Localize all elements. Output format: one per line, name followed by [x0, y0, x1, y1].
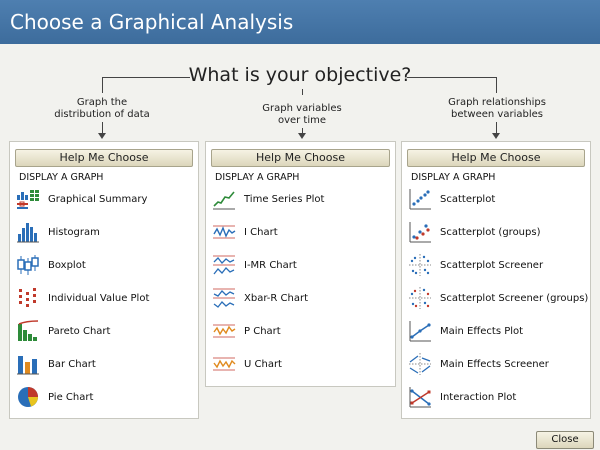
pie-chart-item[interactable]: Pie Chart — [16, 384, 93, 410]
graphical-summary-icon — [17, 190, 39, 209]
item-label: U Chart — [244, 358, 282, 370]
item-label: Main Effects Screener — [440, 358, 549, 370]
arrow-down-icon — [298, 133, 306, 139]
time-series-icon — [213, 191, 235, 210]
column-label-line: Graph relationships — [448, 97, 546, 108]
interaction-plot-item[interactable]: Interaction Plot — [408, 384, 516, 410]
boxplot-icon — [17, 255, 39, 275]
column-label-line: over time — [277, 115, 327, 126]
item-label: Time Series Plot — [244, 193, 325, 205]
individual-value-plot-item[interactable]: Individual Value Plot — [16, 285, 149, 311]
individual-value-plot-icon — [19, 288, 36, 307]
item-label: Boxplot — [48, 259, 86, 271]
boxplot-item[interactable]: Boxplot — [16, 252, 86, 278]
pareto-chart-item[interactable]: Pareto Chart — [16, 318, 110, 344]
graphical-summary-item[interactable]: Graphical Summary — [16, 186, 147, 212]
item-label: Graphical Summary — [48, 193, 148, 205]
interaction-plot-icon — [409, 387, 431, 408]
xbar-r-chart-icon — [213, 288, 235, 308]
display-graph-heading: DISPLAY A GRAPH — [411, 172, 496, 183]
arrow-down-icon — [98, 133, 106, 139]
objective-heading: What is your objective? — [188, 64, 412, 86]
item-label: Xbar-R Chart — [244, 292, 309, 304]
item-label: I-MR Chart — [244, 259, 297, 271]
main-effects-plot-icon — [409, 321, 431, 342]
column-label-relationships: Graph relationships between variables — [432, 97, 562, 121]
main-effects-screener-icon — [409, 353, 431, 375]
item-label: Scatterplot Screener — [440, 259, 544, 271]
item-label: Scatterplot Screener (groups) — [440, 292, 589, 304]
scatterplot-icon — [409, 189, 431, 210]
u-chart-item[interactable]: U Chart — [212, 351, 282, 377]
item-label: Individual Value Plot — [48, 292, 150, 304]
main-effects-screener-item[interactable]: Main Effects Screener — [408, 351, 549, 377]
i-chart-icon — [213, 225, 236, 239]
display-graph-heading: DISPLAY A GRAPH — [19, 172, 104, 183]
connector-line-right-down — [496, 77, 497, 93]
main-effects-plot-item[interactable]: Main Effects Plot — [408, 318, 523, 344]
column-label-line: between variables — [451, 109, 543, 120]
close-button[interactable]: Close — [536, 431, 594, 449]
arrow-down-icon — [492, 133, 500, 139]
panel-time: Help Me Choose DISPLAY A GRAPH Time Seri… — [205, 141, 396, 387]
item-label: Pie Chart — [48, 391, 94, 403]
i-mr-chart-item[interactable]: I-MR Chart — [212, 252, 297, 278]
i-mr-chart-icon — [213, 255, 235, 275]
scatterplot-item[interactable]: Scatterplot — [408, 186, 495, 212]
panel-distribution: Help Me Choose DISPLAY A GRAPH Graphical… — [9, 141, 199, 419]
pie-chart-icon — [18, 387, 38, 407]
column-label-line: distribution of data — [54, 109, 150, 120]
i-chart-item[interactable]: I Chart — [212, 219, 278, 245]
p-chart-item[interactable]: P Chart — [212, 318, 281, 344]
scatterplot-screener-groups-icon — [409, 287, 431, 309]
scatterplot-screener-item[interactable]: Scatterplot Screener — [408, 252, 543, 278]
column-label-time: Graph variables over time — [242, 103, 362, 127]
window-title: Choose a Graphical Analysis — [0, 0, 600, 44]
item-label: P Chart — [244, 325, 281, 337]
column-label-distribution: Graph the distribution of data — [42, 97, 162, 121]
connector-line-left-down — [102, 77, 103, 93]
item-label: Histogram — [48, 226, 100, 238]
column-label-line: Graph variables — [262, 103, 342, 114]
u-chart-icon — [213, 357, 236, 371]
item-label: Scatterplot — [440, 193, 496, 205]
scatterplot-screener-groups-item[interactable]: Scatterplot Screener (groups) — [408, 285, 588, 311]
histogram-item[interactable]: Histogram — [16, 219, 100, 245]
scatterplot-screener-icon — [409, 254, 431, 276]
bar-chart-icon — [17, 356, 39, 375]
pareto-chart-icon — [18, 320, 39, 341]
bar-chart-item[interactable]: Bar Chart — [16, 351, 96, 377]
connector-line-center-down — [302, 89, 303, 95]
panel-relationships: Help Me Choose DISPLAY A GRAPH Scatterpl… — [401, 141, 591, 419]
help-me-choose-button[interactable]: Help Me Choose — [211, 149, 390, 167]
item-label: I Chart — [244, 226, 278, 238]
item-label: Main Effects Plot — [440, 325, 524, 337]
help-me-choose-button[interactable]: Help Me Choose — [15, 149, 193, 167]
histogram-icon — [17, 223, 39, 243]
item-label: Scatterplot (groups) — [440, 226, 541, 238]
xbar-r-chart-item[interactable]: Xbar-R Chart — [212, 285, 308, 311]
scatterplot-groups-icon — [409, 222, 431, 243]
p-chart-icon — [213, 324, 236, 338]
scatterplot-groups-item[interactable]: Scatterplot (groups) — [408, 219, 540, 245]
column-label-line: Graph the — [76, 97, 128, 108]
connector-line-left — [102, 77, 190, 78]
item-label: Interaction Plot — [440, 391, 517, 403]
display-graph-heading: DISPLAY A GRAPH — [215, 172, 300, 183]
item-label: Pareto Chart — [48, 325, 111, 337]
item-label: Bar Chart — [48, 358, 96, 370]
time-series-plot-item[interactable]: Time Series Plot — [212, 186, 324, 212]
connector-line-right — [407, 77, 496, 78]
help-me-choose-button[interactable]: Help Me Choose — [407, 149, 585, 167]
